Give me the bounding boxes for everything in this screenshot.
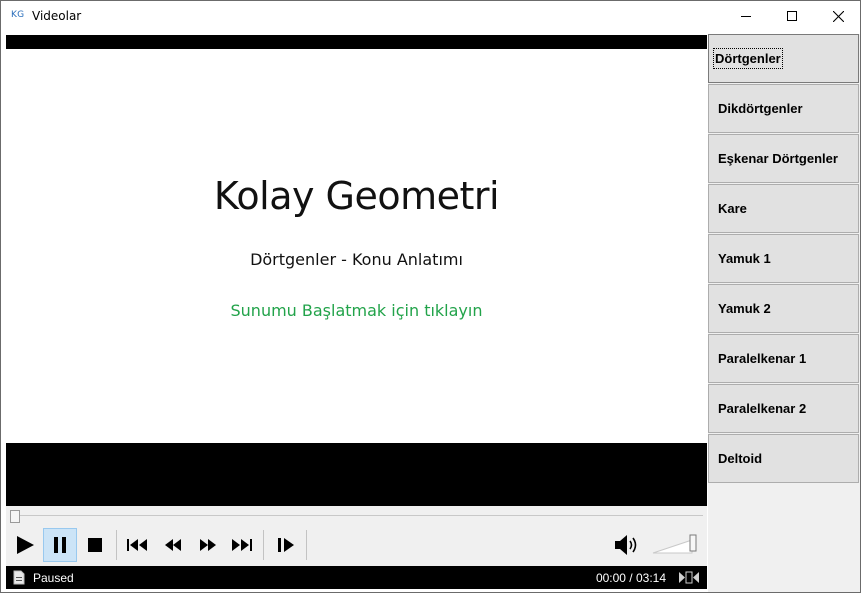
sidebar-item-dikdortgenler[interactable]: Dikdörtgenler <box>708 84 859 133</box>
frame-step-icon <box>278 538 294 552</box>
sidebar-item-kare[interactable]: Kare <box>708 184 859 233</box>
seek-track[interactable] <box>10 515 703 516</box>
document-icon <box>13 570 25 585</box>
status-bar: Paused 00:00 / 03:14 <box>6 566 707 589</box>
sidebar-item-yamuk-2[interactable]: Yamuk 2 <box>708 284 859 333</box>
previous-button[interactable] <box>120 528 154 562</box>
minimize-icon <box>741 16 751 17</box>
volume-thumb[interactable] <box>689 534 697 552</box>
slide-title: Kolay Geometri <box>213 174 500 218</box>
separator <box>306 530 307 560</box>
sidebar-item-label: Paralelkenar 2 <box>718 401 807 416</box>
seek-thumb[interactable] <box>10 510 20 523</box>
separator <box>263 530 264 560</box>
separator <box>116 530 117 560</box>
window-title: Videolar <box>32 9 82 23</box>
minimize-button[interactable] <box>723 1 769 31</box>
sidebar-item-label: Yamuk 1 <box>718 251 771 266</box>
start-presentation-link[interactable]: Sunumu Başlatmak için tıklayın <box>6 301 707 320</box>
title-bar: KG Videolar <box>1 1 860 32</box>
sidebar-item-deltoid[interactable]: Deltoid <box>708 434 859 483</box>
seek-bar[interactable] <box>6 506 707 523</box>
video-frame[interactable]: Kolay Geometri Dörtgenler - Konu Anlatım… <box>6 49 707 443</box>
sidebar: Dörtgenler Dikdörtgenler Eşkenar Dörtgen… <box>708 34 860 592</box>
sidebar-item-label: Deltoid <box>718 451 763 466</box>
previous-track-icon <box>127 539 147 551</box>
next-button[interactable] <box>225 528 259 562</box>
sidebar-item-dortgenler[interactable]: Dörtgenler <box>708 34 859 83</box>
app-logo-icon: KG <box>11 10 25 20</box>
sidebar-item-label: Dörtgenler <box>713 48 783 69</box>
play-button[interactable] <box>8 528 42 562</box>
maximize-button[interactable] <box>769 1 815 31</box>
sidebar-item-yamuk-1[interactable]: Yamuk 1 <box>708 234 859 283</box>
rewind-icon <box>165 539 181 551</box>
close-icon <box>832 10 844 22</box>
time-display: 00:00 / 03:14 <box>595 571 666 585</box>
sidebar-item-label: Paralelkenar 1 <box>718 351 807 366</box>
playback-controls <box>6 523 707 566</box>
sidebar-item-eskenar-dortgenler[interactable]: Eşkenar Dörtgenler <box>708 134 859 183</box>
slide-subtitle: Dörtgenler - Konu Anlatımı <box>250 250 463 269</box>
next-track-icon <box>232 539 252 551</box>
rewind-button[interactable] <box>156 528 190 562</box>
stop-icon <box>88 538 102 552</box>
volume-icon <box>615 535 637 555</box>
sidebar-item-paralelkenar-1[interactable]: Paralelkenar 1 <box>708 334 859 383</box>
sidebar-item-label: Eşkenar Dörtgenler <box>718 151 838 166</box>
status-text: Paused <box>33 571 74 585</box>
fast-forward-icon <box>200 539 216 551</box>
sidebar-item-paralelkenar-2[interactable]: Paralelkenar 2 <box>708 384 859 433</box>
maximize-icon <box>787 11 797 21</box>
app-window: KG Videolar Kolay Geometri Dörtgenler - … <box>0 0 861 593</box>
frame-step-button[interactable] <box>269 528 303 562</box>
pause-button[interactable] <box>43 528 77 562</box>
close-button[interactable] <box>815 1 861 31</box>
fast-forward-button[interactable] <box>191 528 225 562</box>
volume-slider[interactable] <box>652 532 698 554</box>
play-icon <box>17 536 34 554</box>
sidebar-item-label: Dikdörtgenler <box>718 101 803 116</box>
volume-button[interactable] <box>610 528 644 562</box>
fullscreen-icon[interactable] <box>678 571 700 584</box>
pause-icon <box>54 537 66 553</box>
sidebar-item-label: Kare <box>718 201 747 216</box>
video-panel[interactable]: Kolay Geometri Dörtgenler - Konu Anlatım… <box>6 35 707 506</box>
sidebar-item-label: Yamuk 2 <box>718 301 771 316</box>
stop-button[interactable] <box>78 528 112 562</box>
